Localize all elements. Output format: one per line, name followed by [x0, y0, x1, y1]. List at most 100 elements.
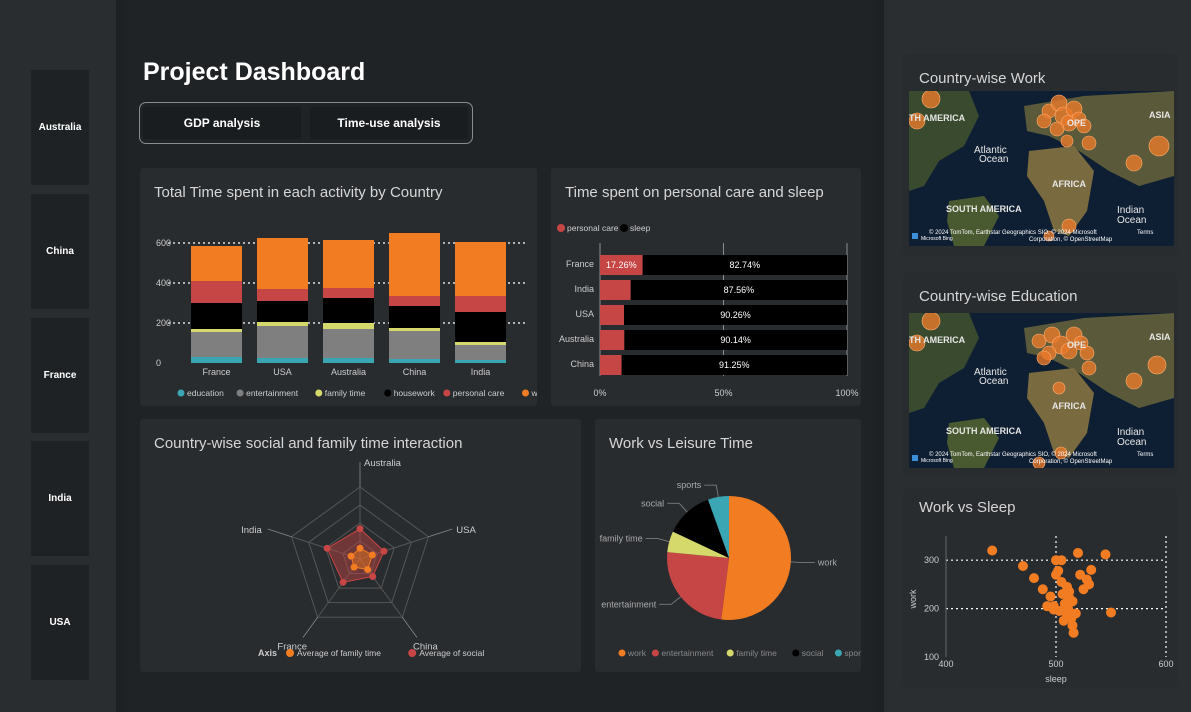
pie-label: social [641, 498, 664, 508]
map-label: AFRICA [1052, 179, 1086, 189]
legend-label: personal care [453, 388, 505, 398]
x-axis-label: sleep [1045, 674, 1067, 684]
slicer-item-india[interactable]: India [31, 441, 89, 556]
map-label: SOUTH AMERICA [946, 426, 1022, 436]
data-label: 90.26% [720, 310, 751, 320]
bar-personal-care [600, 280, 631, 300]
legend-dot [834, 649, 842, 657]
slicer-item-australia[interactable]: Australia [31, 70, 89, 185]
legend-dot [384, 389, 392, 397]
bar-segment-family-time [389, 328, 440, 331]
radar-point [323, 544, 331, 552]
legend-dot [618, 649, 626, 657]
bar-segment-housework [389, 306, 440, 328]
legend-label: work [627, 648, 647, 658]
map-bubble [1125, 154, 1143, 172]
legend-dot [315, 389, 323, 397]
y-tick-label: 100 [924, 652, 939, 662]
legend-label: housework [394, 388, 436, 398]
map-label: SOUTH AMERICA [946, 204, 1022, 214]
scatter-point [1086, 564, 1097, 575]
map-label: Ocean [979, 154, 1008, 165]
map-bubble [1148, 135, 1170, 157]
stacked-bar-card: Total Time spent in each activity by Cou… [140, 168, 537, 406]
scatter-point [1106, 607, 1116, 618]
world-map-education[interactable]: TH AMERICA OPEASIAAtlanticOceanAFRICASOUT… [909, 313, 1174, 468]
pie-slice-entertainment [667, 552, 729, 620]
slicer-item-usa[interactable]: USA [31, 565, 89, 680]
legend-dot [792, 649, 800, 657]
map-attribution: © 2024 TomTom, Earthstar Geographics SIO… [929, 229, 1097, 236]
leader-line [704, 484, 719, 497]
axis-label: Australia [364, 458, 402, 469]
y-tick-label: USA [575, 309, 594, 319]
radar-point [356, 525, 364, 533]
bar-segment-education [323, 358, 374, 363]
radar-point [356, 544, 364, 552]
map-bubble [1147, 355, 1167, 375]
bar-personal-care [600, 355, 622, 375]
legend-label: education [187, 388, 224, 398]
scatter-point [1054, 606, 1065, 617]
scatter-point [1045, 591, 1056, 602]
x-tick-label: 100% [835, 388, 858, 398]
bar-segment-work [323, 240, 374, 288]
data-label: 17.26% [606, 260, 637, 270]
bar-segment-housework [455, 312, 506, 342]
bar-segment-family-time [323, 323, 374, 329]
map-label: OPE [1067, 118, 1086, 128]
map-bubble [1081, 135, 1097, 151]
legend-dot [408, 649, 417, 657]
country-slicer-panel: Australia China France India USA [0, 0, 116, 712]
map-bubble [1081, 360, 1097, 376]
y-axis-label: work [908, 589, 918, 610]
bar-segment-entertainment [257, 326, 308, 358]
scatter-point [1018, 561, 1028, 572]
data-label: 91.25% [719, 360, 750, 370]
bar-segment-work [191, 246, 242, 281]
bar-segment-education [389, 359, 440, 363]
bar-segment-education [455, 360, 506, 363]
legend-label: entertainment [661, 648, 714, 658]
care-sleep-chart: personal care sleep 0% 50% 100% France 17.26% 8… [557, 223, 859, 398]
bar-segment-personal-care [191, 281, 242, 303]
leader-line [428, 528, 453, 538]
leader-line [302, 617, 319, 638]
bar-personal-care [600, 305, 625, 325]
bar-segment-family-time [191, 329, 242, 332]
scatter-point [1073, 547, 1083, 558]
world-map-work[interactable]: TH AMERICA OPEASIAAtlanticOceanAFRICASOUT… [909, 91, 1174, 246]
pie-slice-work [721, 496, 792, 620]
tab-group: GDP analysis Time-use analysis [139, 102, 473, 144]
slicer-item-france[interactable]: France [31, 318, 89, 433]
map-attribution: Corporation, © OpenStreetMap [1029, 236, 1113, 243]
map-label: ASIA [1149, 110, 1171, 120]
radar-point [364, 565, 372, 573]
bar-segment-entertainment [191, 332, 242, 357]
bar-segment-education [191, 357, 242, 363]
scatter-point [1070, 608, 1081, 619]
scatter-point [1068, 627, 1079, 638]
bar-segment-education [257, 358, 308, 363]
data-label: 82.74% [730, 260, 761, 270]
map-bubble [1052, 381, 1066, 395]
bar-segment-entertainment [323, 329, 374, 358]
tab-time-use-analysis[interactable]: Time-use analysis [310, 107, 468, 139]
map-bubble [1049, 121, 1065, 137]
legend-label: work [531, 388, 538, 398]
care-sleep-card: Time spent on personal care and sleep pe… [551, 168, 861, 406]
map-bubble [1125, 372, 1143, 390]
slicer-item-china[interactable]: China [31, 194, 89, 309]
map-label: OPE [1067, 340, 1086, 350]
bar-segment-family-time [455, 342, 506, 345]
map-terms: Terms [1137, 230, 1153, 236]
x-tick-label: 500 [1048, 659, 1063, 669]
leader-line [401, 617, 418, 638]
map-label: Ocean [1117, 215, 1146, 226]
tab-gdp-analysis[interactable]: GDP analysis [143, 107, 301, 139]
bar-personal-care [600, 330, 625, 350]
pie-label: sports [677, 480, 702, 490]
legend-label: family time [736, 648, 777, 658]
bar-segment-housework [323, 298, 374, 323]
bar-segment-personal-care [257, 289, 308, 301]
